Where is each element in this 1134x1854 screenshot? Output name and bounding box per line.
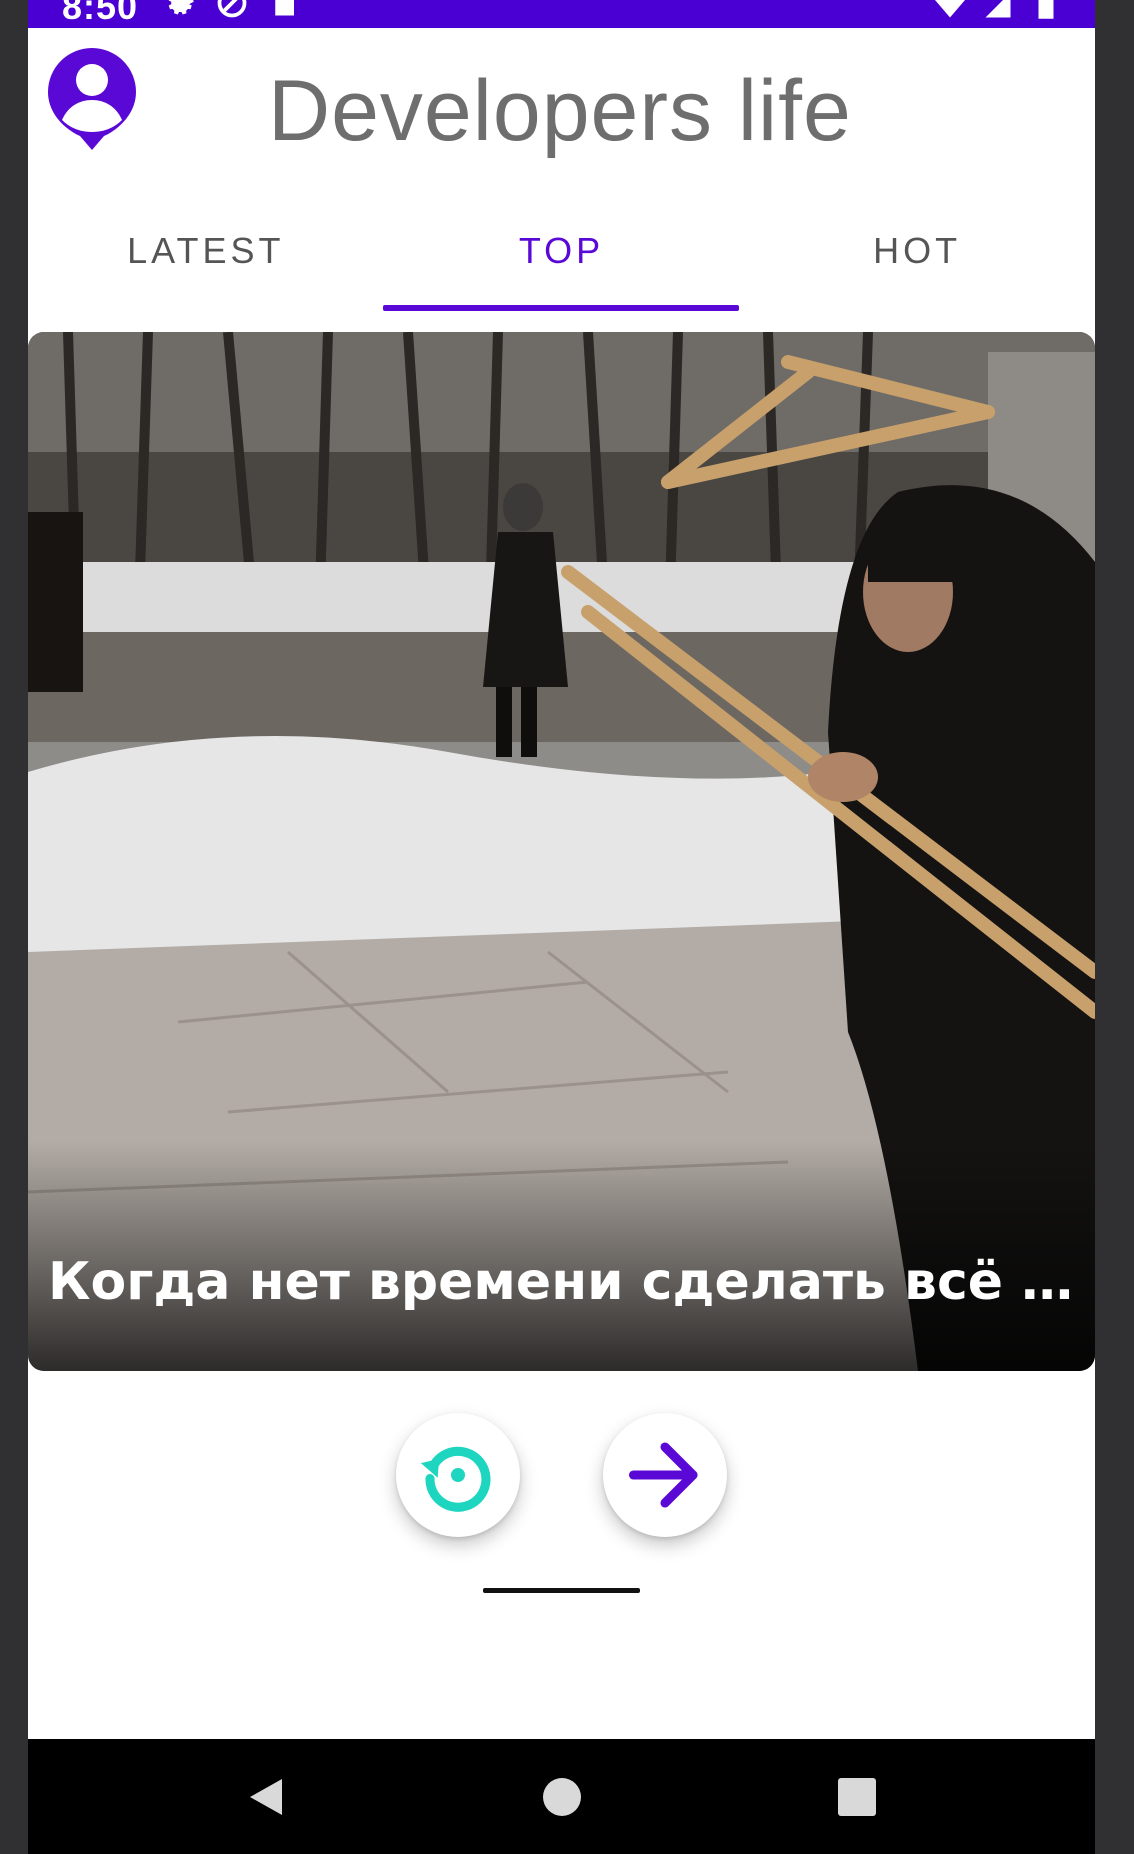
post-card[interactable]: Когда нет времени сделать всё прави… [28, 332, 1095, 1371]
tab-latest[interactable]: LATEST [28, 220, 384, 312]
replay-icon [420, 1446, 491, 1512]
tab-hot[interactable]: HOT [739, 220, 1095, 312]
system-nav-bar [28, 1739, 1095, 1854]
settings-icon [168, 0, 194, 15]
arrow-forward-icon [628, 1442, 698, 1508]
signal-icon [985, 0, 1011, 18]
status-time: 8:50 [62, 0, 139, 27]
sd-card-icon [275, 0, 294, 16]
status-icons-right [935, 0, 1061, 20]
battery-icon [1038, 0, 1054, 19]
post-caption: Когда нет времени сделать всё прави… [48, 1252, 1078, 1312]
replay-button[interactable] [396, 1413, 520, 1537]
home-icon[interactable] [540, 1775, 584, 1819]
tab-bar: LATEST TOP HOT [28, 220, 1095, 312]
account-pin-icon[interactable] [44, 44, 140, 152]
recents-icon[interactable] [835, 1775, 879, 1819]
app-screen: 8:50 Developers life LATEST TOP HOT Когд… [28, 0, 1095, 1854]
wifi-icon [935, 0, 965, 18]
page-divider [483, 1588, 640, 1593]
tab-indicator [383, 305, 739, 311]
app-title: Developers life [268, 63, 852, 159]
back-icon[interactable] [244, 1775, 288, 1819]
next-button[interactable] [603, 1413, 727, 1537]
status-bar: 8:50 [28, 0, 1095, 28]
shield-icon [217, 0, 247, 18]
tab-top[interactable]: TOP [384, 220, 740, 312]
status-icons-left [165, 0, 299, 18]
